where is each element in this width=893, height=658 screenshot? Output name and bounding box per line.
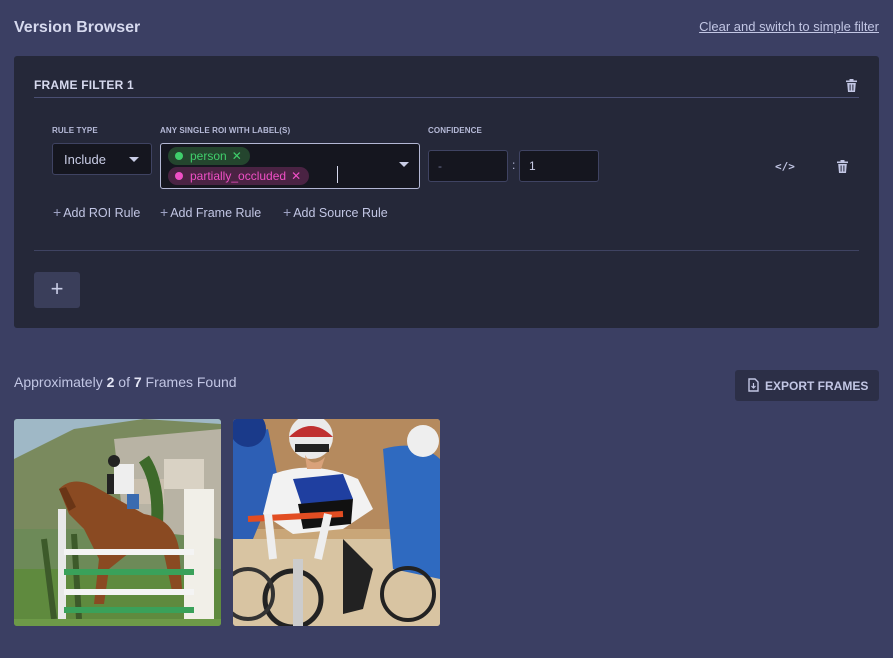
cyclists-image [233, 419, 440, 626]
confidence-max-input[interactable]: 1 [519, 150, 599, 182]
frame-thumbnail-horse-jump[interactable] [14, 419, 221, 626]
label-multiselect[interactable]: person ✕ partially_occluded ✕ [160, 143, 420, 189]
remove-label-icon[interactable]: ✕ [291, 169, 301, 183]
trash-icon[interactable] [837, 160, 848, 173]
panel-divider [34, 250, 859, 251]
code-icon[interactable]: </> [775, 160, 795, 173]
export-frames-button[interactable]: EXPORT FRAMES [735, 370, 879, 401]
rule-type-value: Include [64, 152, 106, 167]
results-shown: 2 [106, 374, 115, 390]
plus-icon: + [160, 204, 169, 220]
add-source-rule-label: Add Source Rule [293, 206, 388, 220]
export-frames-label: EXPORT FRAMES [765, 379, 869, 393]
text-cursor [337, 166, 338, 183]
frame-thumbnail-cyclists[interactable] [233, 419, 440, 626]
confidence-separator: : [512, 158, 516, 172]
add-frame-rule-label: Add Frame Rule [170, 206, 262, 220]
file-export-icon [748, 378, 759, 392]
horse-jump-image [14, 419, 221, 626]
switch-simple-filter-link[interactable]: Clear and switch to simple filter [699, 19, 879, 34]
add-roi-rule-button[interactable]: + Add ROI Rule [53, 204, 140, 220]
confidence-label: CONFIDENCE [428, 126, 482, 135]
label-chip-text: partially_occluded [190, 169, 287, 183]
add-roi-rule-label: Add ROI Rule [63, 206, 141, 220]
rule-type-select[interactable]: Include [52, 143, 152, 175]
filter-header: FRAME FILTER 1 [34, 78, 859, 98]
chevron-down-icon [129, 157, 139, 162]
label-color-dot [175, 152, 183, 160]
results-prefix: Approximately [14, 374, 103, 390]
confidence-min-input[interactable]: - [428, 150, 508, 182]
confidence-max-value: 1 [529, 159, 536, 173]
plus-icon: + [53, 204, 62, 220]
filter-title: FRAME FILTER 1 [34, 78, 134, 92]
add-filter-button[interactable]: + [34, 272, 80, 308]
label-chip-partially-occluded: partially_occluded ✕ [168, 167, 310, 185]
label-color-dot [175, 172, 183, 180]
add-frame-rule-button[interactable]: + Add Frame Rule [160, 204, 261, 220]
labels-column-label: ANY SINGLE ROI WITH LABEL(S) [160, 126, 291, 135]
chevron-down-icon[interactable] [399, 162, 409, 167]
add-source-rule-button[interactable]: + Add Source Rule [283, 204, 388, 220]
page-title: Version Browser [14, 19, 141, 36]
frame-filter-panel: FRAME FILTER 1 RULE TYPE ANY SINGLE ROI … [14, 56, 879, 328]
confidence-min-value: - [438, 159, 442, 173]
label-chip-person: person ✕ [168, 147, 250, 165]
label-chip-text: person [190, 149, 227, 163]
results-suffix: Frames Found [145, 374, 237, 390]
rule-type-label: RULE TYPE [52, 126, 98, 135]
remove-label-icon[interactable]: ✕ [232, 149, 242, 163]
results-of: of [118, 374, 130, 390]
trash-icon[interactable] [846, 79, 857, 92]
results-total: 7 [133, 374, 142, 390]
results-count: Approximately 2 of 7 Frames Found [14, 374, 237, 390]
plus-icon: + [283, 204, 292, 220]
